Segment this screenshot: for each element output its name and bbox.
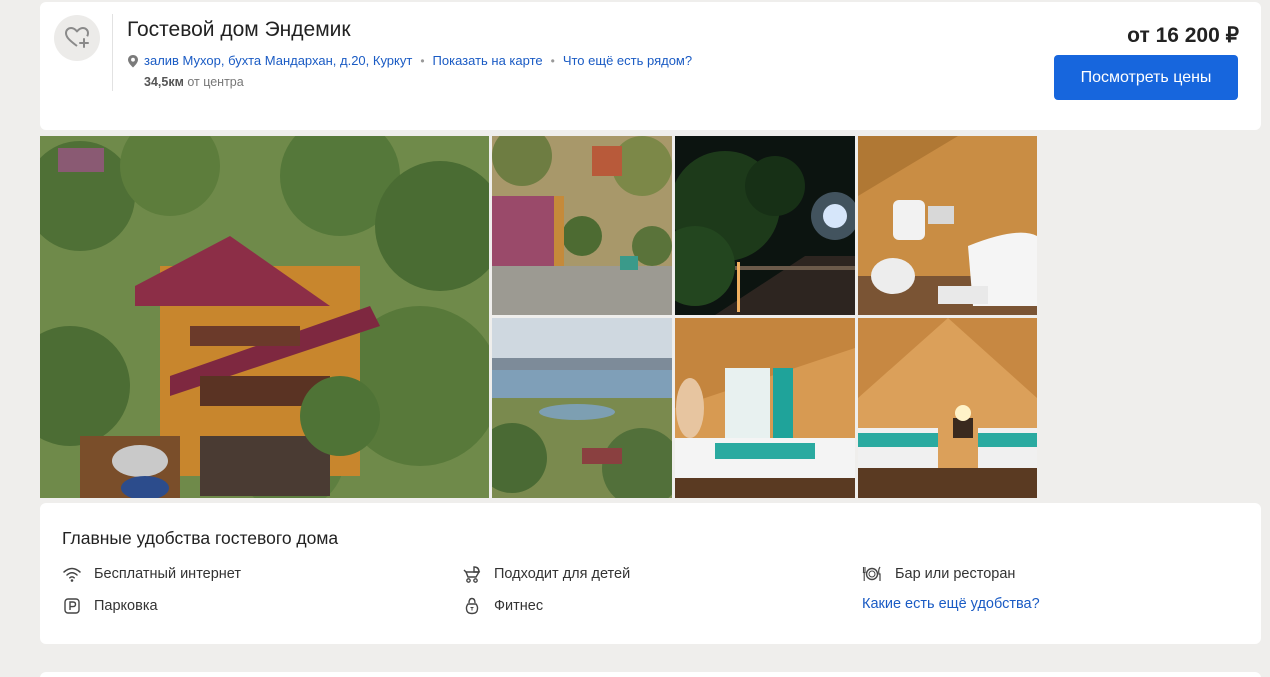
- whats-nearby-link[interactable]: Что ещё есть рядом?: [563, 53, 692, 68]
- photo-bedroom-double[interactable]: [675, 318, 855, 498]
- amenities-card: Главные удобства гостевого дома Бесплатн…: [40, 503, 1261, 644]
- distance-from-center: 34,5км от центра: [144, 75, 244, 89]
- photo-aerial-roof[interactable]: [492, 136, 672, 315]
- location-pin-icon: [128, 54, 138, 67]
- amenities-title: Главные удобства гостевого дома: [62, 528, 339, 548]
- amenity-bar-restaurant: Бар или ресторан: [861, 564, 1015, 584]
- restaurant-icon: [862, 566, 881, 581]
- hotel-header-card: Гостевой дом Эндемик залив Мухор, бухта …: [40, 2, 1261, 130]
- photo-lake-view[interactable]: [492, 318, 672, 498]
- hotel-name: Гостевой дом Эндемик: [127, 18, 351, 41]
- header-divider: [112, 14, 113, 91]
- heart-plus-icon: [65, 27, 89, 48]
- address-link[interactable]: залив Мухор, бухта Мандархан, д.20, Курк…: [144, 53, 412, 68]
- stroller-icon: [463, 566, 481, 583]
- parking-icon: [64, 598, 80, 614]
- photo-main-exterior[interactable]: [40, 136, 489, 498]
- photo-night-terrace[interactable]: [675, 136, 855, 315]
- address-row: залив Мухор, бухта Мандархан, д.20, Курк…: [127, 53, 692, 68]
- amenity-parking: Парковка: [62, 596, 158, 616]
- kettlebell-icon: [465, 597, 479, 615]
- distance-suffix: от центра: [183, 75, 244, 89]
- amenity-label: Подходит для детей: [494, 566, 631, 582]
- amenity-label: Фитнес: [494, 598, 544, 614]
- separator-dot: •: [420, 53, 425, 68]
- amenity-label: Парковка: [94, 598, 158, 614]
- amenity-kids-friendly: Подходит для детей: [462, 564, 630, 584]
- amenity-label: Бесплатный интернет: [94, 566, 242, 582]
- wifi-icon: [63, 567, 81, 582]
- amenity-free-internet: Бесплатный интернет: [62, 564, 241, 584]
- amenity-fitness: Фитнес: [462, 596, 543, 616]
- photo-bedroom-twin[interactable]: [858, 318, 1037, 498]
- next-card-edge: [40, 672, 1261, 677]
- favorite-button[interactable]: [54, 15, 100, 61]
- distance-value: 34,5км: [144, 75, 184, 89]
- separator-dot: •: [550, 53, 555, 68]
- photo-bathroom[interactable]: [858, 136, 1037, 315]
- view-prices-button[interactable]: Посмотреть цены: [1054, 55, 1238, 100]
- price-from: от 16 200 ₽: [1127, 24, 1239, 47]
- show-on-map-link[interactable]: Показать на карте: [433, 53, 543, 68]
- more-amenities-link[interactable]: Какие есть ещё удобства?: [862, 596, 1040, 612]
- amenity-label: Бар или ресторан: [895, 566, 1016, 582]
